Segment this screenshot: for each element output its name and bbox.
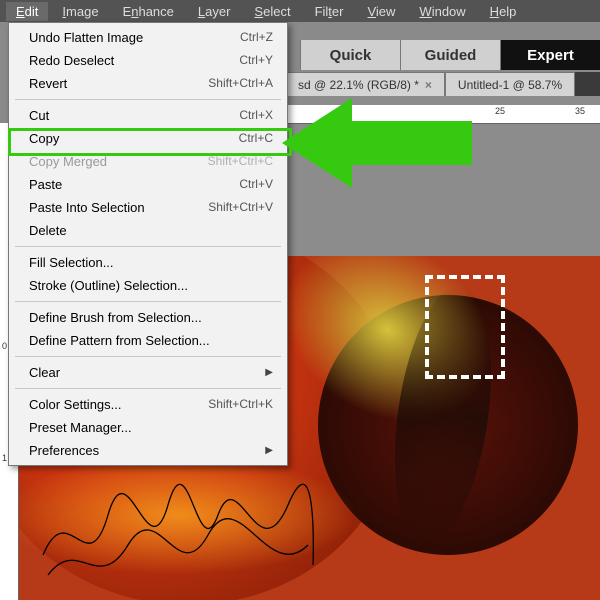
menu-paste[interactable]: PasteCtrl+V [9, 173, 287, 196]
menu-cut[interactable]: CutCtrl+X [9, 104, 287, 127]
marquee-selection[interactable] [425, 275, 505, 379]
menu-copy-merged: Copy MergedShift+Ctrl+C [9, 150, 287, 173]
menu-delete[interactable]: Delete [9, 219, 287, 242]
menu-edit[interactable]: Edit [6, 2, 48, 21]
mode-guided[interactable]: Guided [400, 40, 500, 70]
menu-image[interactable]: Image [52, 2, 108, 21]
menu-redo[interactable]: Redo DeselectCtrl+Y [9, 49, 287, 72]
edit-menu: Undo Flatten ImageCtrl+Z Redo DeselectCt… [8, 22, 288, 466]
menu-undo[interactable]: Undo Flatten ImageCtrl+Z [9, 26, 287, 49]
paint-scribble [38, 475, 318, 595]
mode-quick[interactable]: Quick [300, 40, 400, 70]
menu-define-pattern[interactable]: Define Pattern from Selection... [9, 329, 287, 352]
menu-view[interactable]: View [357, 2, 405, 21]
menu-separator [15, 301, 281, 302]
mode-expert[interactable]: Expert [500, 40, 600, 70]
menu-define-brush[interactable]: Define Brush from Selection... [9, 306, 287, 329]
menu-fill-selection[interactable]: Fill Selection... [9, 251, 287, 274]
menu-select[interactable]: Select [244, 2, 300, 21]
menu-separator [15, 356, 281, 357]
document-tabs: sd @ 22.1% (RGB/8) *× Untitled-1 @ 58.7% [285, 72, 600, 96]
menu-preset-manager[interactable]: Preset Manager... [9, 416, 287, 439]
menu-paste-into[interactable]: Paste Into SelectionShift+Ctrl+V [9, 196, 287, 219]
menu-separator [15, 246, 281, 247]
menu-layer[interactable]: Layer [188, 2, 241, 21]
doc-tab-1[interactable]: sd @ 22.1% (RGB/8) *× [285, 72, 445, 96]
menu-preferences[interactable]: Preferences▶ [9, 439, 287, 462]
menu-window[interactable]: Window [409, 2, 475, 21]
menu-enhance[interactable]: Enhance [113, 2, 184, 21]
doc-tab-2[interactable]: Untitled-1 @ 58.7% [445, 72, 575, 96]
menu-help[interactable]: Help [480, 2, 527, 21]
menu-copy[interactable]: CopyCtrl+C [9, 127, 287, 150]
menu-color-settings[interactable]: Color Settings...Shift+Ctrl+K [9, 393, 287, 416]
submenu-arrow-icon: ▶ [265, 442, 273, 459]
submenu-arrow-icon: ▶ [265, 364, 273, 381]
menu-revert[interactable]: RevertShift+Ctrl+A [9, 72, 287, 95]
menu-separator [15, 388, 281, 389]
mode-tabs: Quick Guided Expert [300, 40, 600, 70]
menu-stroke-selection[interactable]: Stroke (Outline) Selection... [9, 274, 287, 297]
annotation-arrow-icon [282, 98, 472, 188]
menu-clear[interactable]: Clear▶ [9, 361, 287, 384]
close-icon[interactable]: × [425, 78, 432, 92]
menu-filter[interactable]: Filter [305, 2, 354, 21]
menu-separator [15, 99, 281, 100]
menubar: Edit Image Enhance Layer Select Filter V… [0, 0, 600, 22]
